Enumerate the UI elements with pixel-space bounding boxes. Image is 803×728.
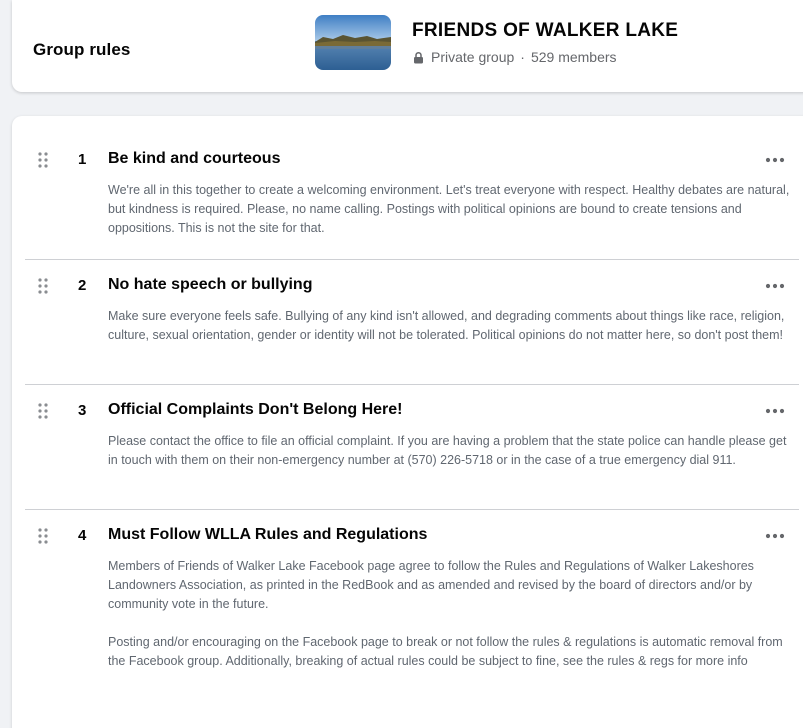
- member-count[interactable]: 529 members: [531, 49, 617, 65]
- rule-number: 4: [78, 527, 87, 544]
- group-rules-page: Group rules FRIENDS OF WALKER LAKE Priva…: [0, 0, 803, 728]
- more-options-icon[interactable]: [764, 406, 786, 416]
- rule-title: No hate speech or bullying: [108, 276, 313, 293]
- more-options-icon[interactable]: [764, 155, 786, 165]
- rule-title: Official Complaints Don't Belong Here!: [108, 401, 403, 418]
- group-name[interactable]: FRIENDS OF WALKER LAKE: [412, 20, 678, 42]
- drag-handle-icon[interactable]: [38, 152, 48, 168]
- meta-separator: ·: [520, 49, 525, 65]
- rule-paragraph: Please contact the office to file an off…: [108, 434, 787, 467]
- rule-description: Please contact the office to file an off…: [108, 432, 796, 470]
- lock-icon: [414, 51, 423, 63]
- rule-number: 3: [78, 402, 87, 419]
- rule-description: Members of Friends of Walker Lake Facebo…: [108, 557, 796, 671]
- rule-divider: [25, 509, 799, 510]
- rule-divider: [25, 259, 799, 260]
- rule-paragraph: Make sure everyone feels safe. Bullying …: [108, 309, 785, 342]
- rules-list: 1 Be kind and courteous We're all in thi…: [12, 116, 803, 728]
- rule-divider: [25, 384, 799, 385]
- rule-title: Must Follow WLLA Rules and Regulations: [108, 526, 428, 543]
- rule-description: Make sure everyone feels safe. Bullying …: [108, 307, 796, 345]
- drag-handle-icon[interactable]: [38, 278, 48, 294]
- rule-title: Be kind and courteous: [108, 150, 281, 167]
- more-options-icon[interactable]: [764, 531, 786, 541]
- lake-image: [315, 15, 391, 70]
- rule-paragraph: We're all in this together to create a w…: [108, 183, 790, 235]
- group-meta: Private group · 529 members: [412, 49, 617, 65]
- rule-paragraph: Members of Friends of Walker Lake Facebo…: [108, 559, 754, 611]
- privacy-label: Private group: [431, 49, 515, 65]
- rule-paragraph: Posting and/or encouraging on the Facebo…: [108, 635, 783, 668]
- drag-handle-icon[interactable]: [38, 403, 48, 419]
- rule-number: 2: [78, 277, 87, 294]
- group-header: Group rules FRIENDS OF WALKER LAKE Priva…: [12, 0, 803, 92]
- drag-handle-icon[interactable]: [38, 528, 48, 544]
- rule-number: 1: [78, 151, 87, 168]
- more-options-icon[interactable]: [764, 281, 786, 291]
- page-title: Group rules: [33, 40, 131, 59]
- group-cover-thumbnail[interactable]: [315, 15, 391, 70]
- rule-description: We're all in this together to create a w…: [108, 181, 796, 238]
